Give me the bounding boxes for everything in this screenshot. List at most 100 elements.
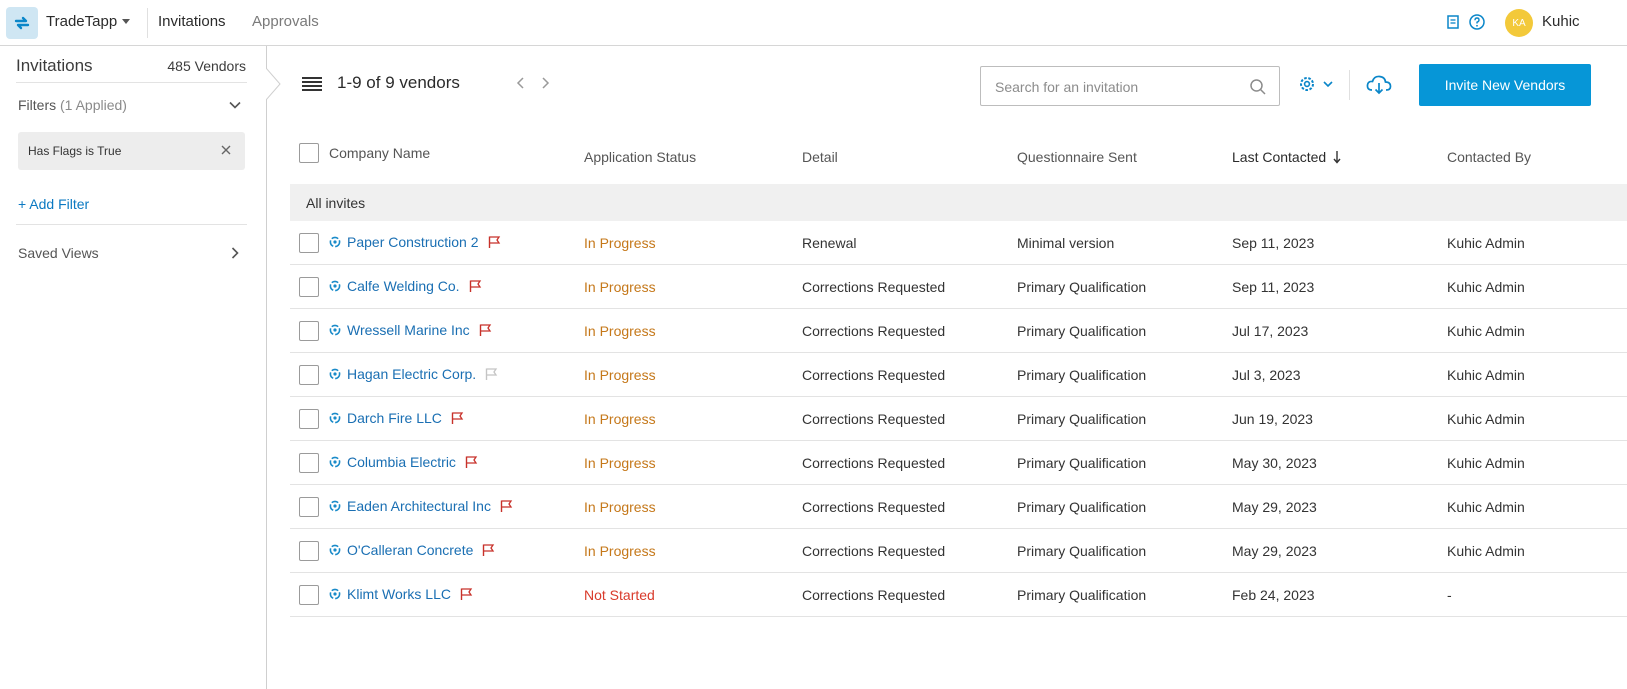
select-all-checkbox[interactable] xyxy=(299,143,319,163)
search-input[interactable] xyxy=(995,77,1235,97)
detail: Corrections Requested xyxy=(802,279,946,295)
company-status-icon xyxy=(329,280,341,292)
document-icon[interactable] xyxy=(1444,13,1462,31)
flag-icon[interactable] xyxy=(478,323,492,337)
application-status: In Progress xyxy=(584,411,656,427)
row-checkbox[interactable] xyxy=(299,277,319,297)
table-body: Paper Construction 2 In Progress Renewal Mi… xyxy=(290,221,1627,617)
settings-gear-icon[interactable] xyxy=(1298,74,1336,94)
table-row[interactable]: Hagan Electric Corp. In Progress Correctio… xyxy=(290,353,1627,397)
contacted-by: Kuhic Admin xyxy=(1447,323,1525,339)
company-link[interactable]: Eaden Architectural Inc xyxy=(329,498,513,514)
detail: Renewal xyxy=(802,235,857,251)
company-status-icon xyxy=(329,544,341,556)
company-link[interactable]: Calfe Welding Co. xyxy=(329,278,482,294)
table-row[interactable]: Calfe Welding Co. In Progress Corrections … xyxy=(290,265,1627,309)
add-filter-link[interactable]: + Add Filter xyxy=(18,196,89,212)
next-page-icon[interactable] xyxy=(538,76,552,90)
detail: Corrections Requested xyxy=(802,367,946,383)
previous-page-icon[interactable] xyxy=(514,76,528,90)
last-contacted: Sep 11, 2023 xyxy=(1232,235,1315,251)
table-row[interactable]: Wressell Marine Inc In Progress Correction… xyxy=(290,309,1627,353)
contacted-by: Kuhic Admin xyxy=(1447,455,1525,471)
table-row[interactable]: Darch Fire LLC In Progress Corrections Req… xyxy=(290,397,1627,441)
contacted-by: Kuhic Admin xyxy=(1447,543,1525,559)
flag-icon[interactable] xyxy=(481,543,495,557)
cloud-download-icon[interactable] xyxy=(1366,74,1392,96)
row-checkbox[interactable] xyxy=(299,541,319,561)
flag-icon[interactable] xyxy=(459,587,473,601)
list-view-icon[interactable] xyxy=(302,76,322,92)
search-icon[interactable] xyxy=(1249,78,1267,96)
row-checkbox[interactable] xyxy=(299,365,319,385)
last-contacted: Feb 24, 2023 xyxy=(1232,587,1315,603)
flag-icon[interactable] xyxy=(499,499,513,513)
row-checkbox[interactable] xyxy=(299,497,319,517)
divider xyxy=(16,82,247,83)
saved-views-toggle[interactable]: Saved Views xyxy=(18,245,99,261)
table-row[interactable]: Klimt Works LLC Not Started Corrections Re… xyxy=(290,573,1627,617)
invite-new-vendors-button[interactable]: Invite New Vendors xyxy=(1419,64,1591,106)
row-checkbox[interactable] xyxy=(299,233,319,253)
company-link[interactable]: Darch Fire LLC xyxy=(329,410,464,426)
column-header-detail[interactable]: Detail xyxy=(802,149,838,165)
column-header-company-name[interactable]: Company Name xyxy=(329,145,430,161)
column-header-application-status[interactable]: Application Status xyxy=(584,149,696,165)
divider xyxy=(16,224,247,225)
application-status: Not Started xyxy=(584,587,655,603)
questionnaire-sent: Primary Qualification xyxy=(1017,455,1147,471)
filters-label: Filters xyxy=(18,97,57,113)
last-contacted: Jun 19, 2023 xyxy=(1232,411,1313,427)
search-box xyxy=(980,66,1280,106)
row-checkbox[interactable] xyxy=(299,409,319,429)
questionnaire-sent: Primary Qualification xyxy=(1017,279,1147,295)
company-link[interactable]: Paper Construction 2 xyxy=(329,234,501,250)
flag-icon[interactable] xyxy=(450,411,464,425)
column-header-questionnaire-sent[interactable]: Questionnaire Sent xyxy=(1017,149,1137,165)
tab-approvals[interactable]: Approvals xyxy=(252,13,319,30)
avatar[interactable]: KA xyxy=(1505,9,1533,37)
company-name: Wressell Marine Inc xyxy=(347,322,470,338)
application-status: In Progress xyxy=(584,367,656,383)
last-contacted: May 29, 2023 xyxy=(1232,499,1317,515)
company-link[interactable]: Wressell Marine Inc xyxy=(329,322,492,338)
chevron-down-icon[interactable] xyxy=(228,98,242,112)
flag-icon[interactable] xyxy=(468,279,482,293)
company-link[interactable]: O'Calleran Concrete xyxy=(329,542,495,558)
caret-down-icon[interactable] xyxy=(122,19,130,24)
table-row[interactable]: O'Calleran Concrete In Progress Correction… xyxy=(290,529,1627,573)
help-icon[interactable] xyxy=(1468,13,1486,31)
column-header-last-contacted[interactable]: Last Contacted xyxy=(1232,149,1342,165)
table-row[interactable]: Eaden Architectural Inc In Progress Correc… xyxy=(290,485,1627,529)
chevron-right-icon[interactable] xyxy=(228,246,242,260)
flag-icon[interactable] xyxy=(464,455,478,469)
company-status-icon xyxy=(329,500,341,512)
company-status-icon xyxy=(329,412,341,424)
tab-invitations[interactable]: Invitations xyxy=(158,13,226,30)
table-row[interactable]: Paper Construction 2 In Progress Renewal Mi… xyxy=(290,221,1627,265)
row-checkbox[interactable] xyxy=(299,321,319,341)
company-link[interactable]: Klimt Works LLC xyxy=(329,586,473,602)
tradetapp-logo-icon[interactable] xyxy=(6,7,38,39)
sidebar-title: Invitations xyxy=(16,56,93,75)
column-header-contacted-by[interactable]: Contacted By xyxy=(1447,149,1531,165)
main-content: 1-9 of 9 vendors Invite New Vendors Comp… xyxy=(268,46,1627,689)
contacted-by: Kuhic Admin xyxy=(1447,499,1525,515)
company-name: O'Calleran Concrete xyxy=(347,542,474,558)
detail: Corrections Requested xyxy=(802,499,946,515)
app-switcher-label[interactable]: TradeTapp xyxy=(46,13,117,30)
table-row[interactable]: Columbia Electric In Progress Corrections … xyxy=(290,441,1627,485)
flag-icon[interactable] xyxy=(487,235,501,249)
close-icon[interactable] xyxy=(219,143,233,157)
filters-toggle[interactable]: Filters (1 Applied) xyxy=(18,97,127,113)
flag-icon[interactable] xyxy=(484,367,498,381)
row-checkbox[interactable] xyxy=(299,585,319,605)
row-checkbox[interactable] xyxy=(299,453,319,473)
company-status-icon xyxy=(329,588,341,600)
company-link[interactable]: Columbia Electric xyxy=(329,454,478,470)
contacted-by: Kuhic Admin xyxy=(1447,411,1525,427)
company-link[interactable]: Hagan Electric Corp. xyxy=(329,366,498,382)
sort-descending-icon xyxy=(1333,151,1341,164)
last-contacted: May 29, 2023 xyxy=(1232,543,1317,559)
user-name[interactable]: Kuhic xyxy=(1542,13,1580,30)
